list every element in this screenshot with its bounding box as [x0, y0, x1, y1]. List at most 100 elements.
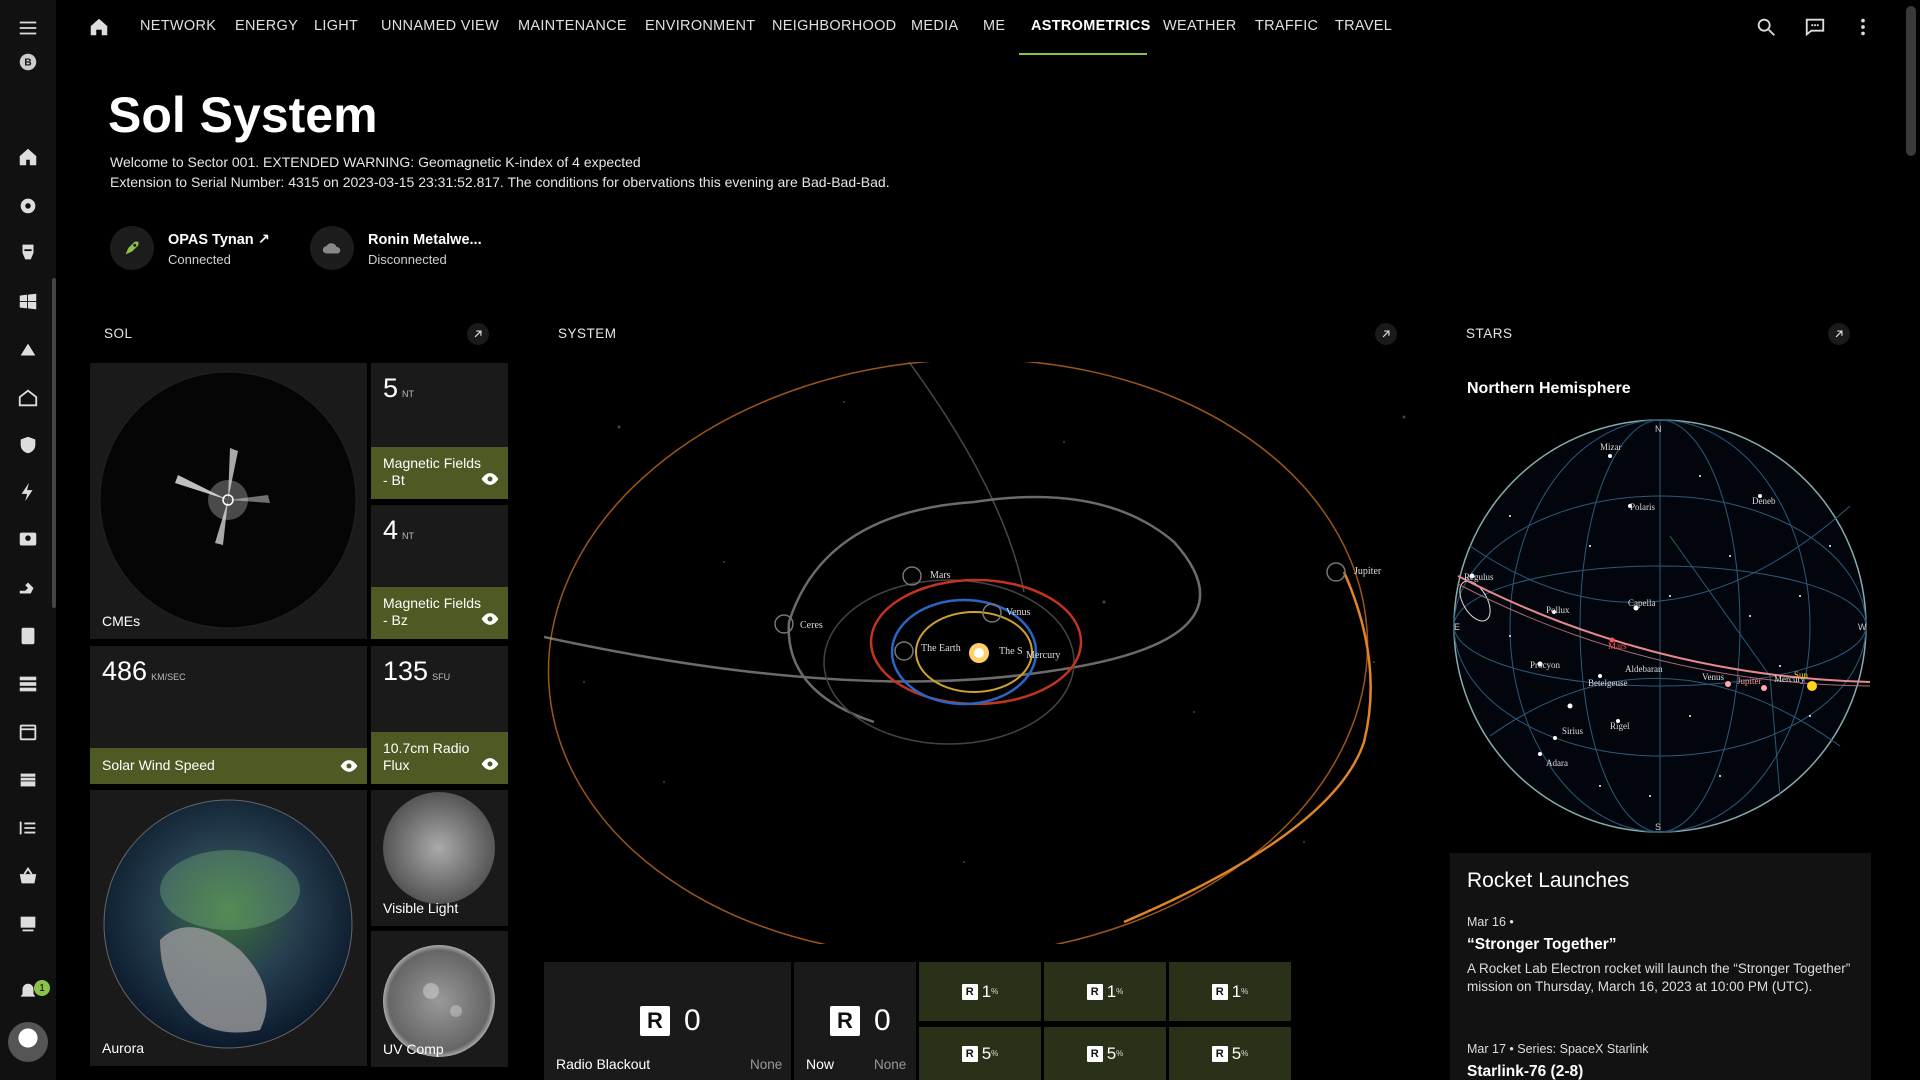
- radio-blackout-value: 0: [684, 1004, 701, 1037]
- radio-now-none: None: [874, 1057, 907, 1072]
- welcome-message: Welcome to Sector 001. EXTENDED WARNING:…: [110, 154, 641, 170]
- list-icon[interactable]: [16, 816, 40, 840]
- avatar[interactable]: [8, 1022, 48, 1062]
- star-label: Rigel: [1610, 721, 1630, 731]
- aurora-globe-image: [103, 799, 353, 1049]
- tab-traffic[interactable]: TRAFFIC: [1255, 18, 1318, 34]
- r-forecast-cell[interactable]: R 1%: [1169, 962, 1291, 1021]
- sidebar: B 1: [0, 0, 56, 1080]
- tab-me[interactable]: ME: [983, 18, 1005, 34]
- tab-travel[interactable]: TRAVEL: [1335, 18, 1392, 34]
- launch-description: A Rocket Lab Electron rocket will launch…: [1467, 961, 1851, 994]
- menu-icon[interactable]: [16, 16, 40, 40]
- hemisphere-title: Northern Hemisphere: [1467, 380, 1631, 397]
- solar-wind-tile[interactable]: 486 KM/SEC Solar Wind Speed: [90, 646, 367, 784]
- bt-label-bar: Magnetic Fields - Bt: [371, 447, 508, 499]
- shield-icon[interactable]: [16, 433, 40, 457]
- calendar-icon[interactable]: [16, 720, 40, 744]
- server-icon[interactable]: [16, 672, 40, 696]
- visible-light-tile[interactable]: Visible Light: [371, 790, 508, 926]
- lightning-icon[interactable]: [16, 480, 40, 504]
- compass-w: W: [1858, 622, 1867, 632]
- vacuum-icon[interactable]: [16, 576, 40, 600]
- search-icon[interactable]: [1755, 16, 1779, 40]
- radio-flux-tile[interactable]: 135 SFU 10.7cm Radio Flux: [371, 646, 508, 784]
- star-label: Betelgeuse: [1588, 678, 1628, 688]
- device-name: Ronin Metalwe...: [368, 232, 482, 248]
- mandalorian-icon[interactable]: [16, 240, 40, 264]
- page-title: Sol System: [108, 87, 378, 143]
- r-forecast-cell[interactable]: R 5%: [1169, 1027, 1291, 1080]
- r-forecast-cell[interactable]: R 1%: [1044, 962, 1166, 1021]
- contact-icon[interactable]: [16, 528, 40, 552]
- rebel-icon[interactable]: [16, 193, 40, 217]
- star-chart[interactable]: N E W S Mizar Polaris Deneb Regulus Cape…: [1450, 416, 1871, 836]
- eye-icon[interactable]: [339, 756, 359, 776]
- open-in-new-icon[interactable]: [1375, 323, 1397, 345]
- r-forecast-cell[interactable]: R 1%: [919, 962, 1041, 1021]
- rocket-heading: Rocket Launches: [1467, 869, 1630, 892]
- star-label: Procyon: [1530, 660, 1560, 670]
- home-icon[interactable]: [16, 145, 40, 169]
- launch-title[interactable]: “Stronger Together”: [1467, 936, 1617, 954]
- notification-badge: 1: [34, 980, 50, 996]
- radio-blackout-label: Radio Blackout: [556, 1056, 651, 1072]
- tab-network[interactable]: NETWORK: [140, 18, 216, 34]
- star-label: Adara: [1546, 758, 1568, 768]
- wind-label: Solar Wind Speed: [102, 757, 215, 773]
- launch-title[interactable]: Starlink-76 (2-8): [1467, 1063, 1583, 1080]
- planet-label: Ceres: [800, 620, 823, 631]
- star-label: Venus: [1702, 672, 1724, 682]
- cme-tile[interactable]: CMEs: [90, 363, 367, 639]
- windows-icon[interactable]: [16, 290, 40, 314]
- uv-tile[interactable]: UV Comp: [371, 931, 508, 1067]
- solar-system-view[interactable]: Mars Venus Ceres The Earth The S Mercury…: [544, 362, 1414, 944]
- tab-weather[interactable]: WEATHER: [1163, 18, 1237, 34]
- star-label: Pollux: [1546, 605, 1570, 615]
- sidebar-scrollbar[interactable]: [52, 278, 56, 608]
- flux-label-bar: 10.7cm Radio Flux: [371, 732, 508, 784]
- page-scrollbar[interactable]: [1906, 6, 1916, 156]
- tab-media[interactable]: MEDIA: [911, 18, 958, 34]
- device-name[interactable]: OPAS Tynan ↗: [168, 232, 270, 248]
- more-vert-icon[interactable]: [1852, 16, 1876, 40]
- tab-neighborhood[interactable]: NEIGHBORHOOD: [772, 18, 896, 34]
- eye-icon[interactable]: [480, 754, 500, 774]
- home-tab-icon[interactable]: [88, 16, 112, 40]
- star-label: Deneb: [1752, 496, 1776, 506]
- aurora-label: Aurora: [102, 1040, 145, 1056]
- flux-value: 135 SFU: [383, 656, 451, 686]
- aurora-tile[interactable]: Aurora: [90, 790, 367, 1066]
- tab-astrometrics[interactable]: ASTROMETRICS: [1031, 18, 1151, 34]
- star-label: Aldebaran: [1625, 664, 1663, 674]
- tab-light[interactable]: LIGHT: [314, 18, 358, 34]
- radio-blackout-tile[interactable]: R 0 Radio Blackout None: [544, 962, 791, 1080]
- tab-environment[interactable]: ENVIRONMENT: [645, 18, 755, 34]
- open-in-new-icon[interactable]: [467, 323, 489, 345]
- bz-tile[interactable]: 4 NT Magnetic Fields - Bz: [371, 505, 508, 639]
- tab-maintenance[interactable]: MAINTENANCE: [518, 18, 627, 34]
- basket-icon[interactable]: [16, 864, 40, 888]
- tab-energy[interactable]: ENERGY: [235, 18, 298, 34]
- r-forecast-cell[interactable]: R 5%: [1044, 1027, 1166, 1080]
- planet-label: Mars: [930, 570, 951, 581]
- eye-icon[interactable]: [480, 609, 500, 629]
- nas-icon[interactable]: [16, 912, 40, 936]
- r-forecast-cell[interactable]: R 5%: [919, 1027, 1041, 1080]
- alert-bell-icon[interactable]: [16, 338, 40, 362]
- chat-icon[interactable]: [1804, 16, 1828, 40]
- compass-n: N: [1655, 424, 1662, 434]
- open-in-new-icon[interactable]: [1828, 323, 1850, 345]
- battery-icon[interactable]: [16, 768, 40, 792]
- bt-tile[interactable]: 5 NT Magnetic Fields - Bt: [371, 363, 508, 499]
- brand-icon[interactable]: B: [16, 50, 40, 74]
- eye-icon[interactable]: [480, 469, 500, 489]
- device-status: Connected: [168, 252, 231, 267]
- uv-label: UV Comp: [383, 1041, 444, 1057]
- radio-now-tile[interactable]: R 0 Now None: [794, 962, 916, 1080]
- device-icon[interactable]: [16, 624, 40, 648]
- rocket-icon: [110, 226, 154, 270]
- bz-value: 4 NT: [383, 515, 415, 545]
- house-icon[interactable]: [16, 386, 40, 410]
- tab-unnamed-view[interactable]: UNNAMED VIEW: [381, 18, 499, 34]
